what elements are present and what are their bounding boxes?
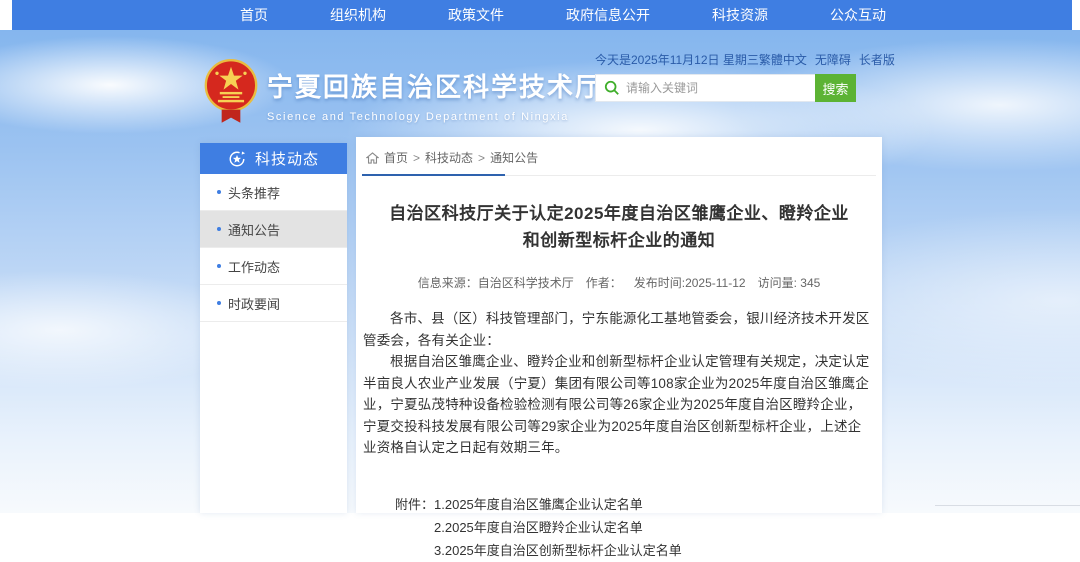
meta-visits-label: 访问量: <box>758 276 797 290</box>
sidebar-item-politics-news[interactable]: 时政要闻 <box>200 285 347 322</box>
sidebar: 科技动态 头条推荐 通知公告 工作动态 时政要闻 <box>200 143 347 513</box>
article-title-line2: 和创新型标杆企业的通知 <box>356 227 882 254</box>
search-bar: 搜索 <box>595 74 856 102</box>
attachment-link-1[interactable]: 1.2025年度自治区雏鹰企业认定名单 <box>434 493 682 516</box>
article-meta: 信息来源：自治区科学技术厅作者： 发布时间:2025-11-12 访问量: 345 <box>356 274 882 291</box>
nav-item-policy-documents[interactable]: 政策文件 <box>448 5 504 25</box>
attachment-link-3[interactable]: 3.2025年度自治区创新型标杆企业认定名单 <box>434 539 682 562</box>
bullet-dot-icon <box>217 301 221 305</box>
bullet-dot-icon <box>217 227 221 231</box>
sidebar-item-notices[interactable]: 通知公告 <box>200 211 347 248</box>
main-content-panel: 首页 > 科技动态 > 通知公告 自治区科技厅关于认定2025年度自治区雏鹰企业… <box>356 137 882 513</box>
sidebar-title: 科技动态 <box>255 148 319 169</box>
nav-item-gov-info-disclosure[interactable]: 政府信息公开 <box>566 5 650 25</box>
nav-item-home[interactable]: 首页 <box>240 5 268 25</box>
breadcrumb-separator: > <box>478 151 485 165</box>
bullet-dot-icon <box>217 190 221 194</box>
search-button[interactable]: 搜索 <box>815 74 856 102</box>
site-brand: 宁夏回族自治区科学技术厅 Science and Technology Depa… <box>203 55 603 125</box>
home-icon <box>366 152 379 164</box>
meta-author-label: 作者： <box>586 276 622 290</box>
attachments-label: 附件： <box>395 493 434 562</box>
top-navigation: 首页 组织机构 政策文件 政府信息公开 科技资源 公众互动 <box>12 0 1072 30</box>
tech-news-icon <box>228 150 246 168</box>
meta-visits-value: 345 <box>800 276 820 290</box>
footer-edge-line <box>935 505 1080 506</box>
link-elderly-version[interactable]: 长者版 <box>859 51 895 68</box>
sidebar-item-label: 工作动态 <box>228 257 280 276</box>
link-accessibility[interactable]: 无障碍 <box>815 51 851 68</box>
search-input[interactable] <box>626 81 796 95</box>
nav-item-organization[interactable]: 组织机构 <box>330 5 386 25</box>
meta-publish-date: 2025-11-12 <box>685 276 746 290</box>
nav-item-public-interaction[interactable]: 公众互动 <box>830 5 886 25</box>
meta-publish-label: 发布时间: <box>634 276 685 290</box>
breadcrumb-home[interactable]: 首页 <box>384 149 408 166</box>
breadcrumb-notices[interactable]: 通知公告 <box>490 149 538 166</box>
attachment-link-2[interactable]: 2.2025年度自治区瞪羚企业认定名单 <box>434 516 682 539</box>
site-title-english: Science and Technology Department of Nin… <box>267 111 603 123</box>
attachments-section: 附件： 1.2025年度自治区雏鹰企业认定名单 2.2025年度自治区瞪羚企业认… <box>395 493 882 562</box>
meta-source-label: 信息来源： <box>418 276 478 290</box>
today-date-text: 今天是2025年11月12日 星期三 <box>595 51 759 68</box>
breadcrumb-separator: > <box>413 151 420 165</box>
sidebar-item-label: 时政要闻 <box>228 294 280 313</box>
article-body: 各市、县（区）科技管理部门，宁东能源化工基地管委会，银川经济技术开发区管委会，各… <box>356 308 882 459</box>
national-emblem-logo <box>203 57 259 125</box>
link-traditional-chinese[interactable]: 繁體中文 <box>759 51 807 68</box>
article-title: 自治区科技厅关于认定2025年度自治区雏鹰企业、瞪羚企业 和创新型标杆企业的通知 <box>356 200 882 254</box>
sidebar-item-label: 头条推荐 <box>228 183 280 202</box>
breadcrumb-divider <box>362 174 876 176</box>
sidebar-item-headlines[interactable]: 头条推荐 <box>200 174 347 211</box>
article-paragraph: 根据自治区雏鹰企业、瞪羚企业和创新型标杆企业认定管理有关规定，决定认定半亩良人农… <box>363 351 875 459</box>
breadcrumb-tech-news[interactable]: 科技动态 <box>425 149 473 166</box>
bullet-dot-icon <box>217 264 221 268</box>
sidebar-item-label: 通知公告 <box>228 220 280 239</box>
header-utilities: 今天是2025年11月12日 星期三 繁體中文 无障碍 长者版 搜索 <box>595 51 876 68</box>
meta-source-value: 自治区科学技术厅 <box>478 276 574 290</box>
site-title: 宁夏回族自治区科学技术厅 <box>267 67 603 104</box>
sidebar-header: 科技动态 <box>200 143 347 174</box>
article-paragraph: 各市、县（区）科技管理部门，宁东能源化工基地管委会，银川经济技术开发区管委会，各… <box>363 308 875 351</box>
breadcrumb: 首页 > 科技动态 > 通知公告 <box>356 137 882 174</box>
article-title-line1: 自治区科技厅关于认定2025年度自治区雏鹰企业、瞪羚企业 <box>356 200 882 227</box>
nav-item-tech-resources[interactable]: 科技资源 <box>712 5 768 25</box>
sidebar-item-work-updates[interactable]: 工作动态 <box>200 248 347 285</box>
search-icon <box>604 80 620 96</box>
